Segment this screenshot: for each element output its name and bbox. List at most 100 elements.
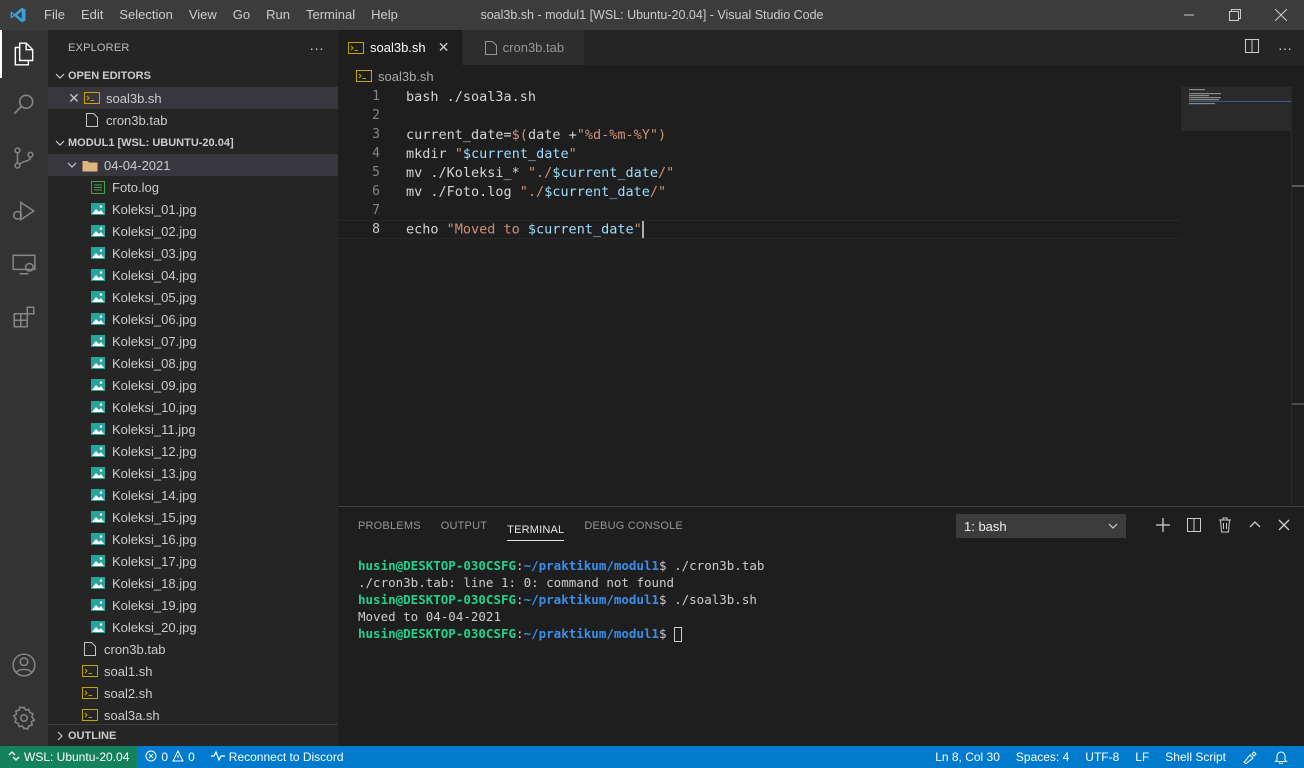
file-item[interactable]: Foto.log bbox=[48, 176, 338, 198]
file-item[interactable]: soal2.sh bbox=[48, 682, 338, 704]
code-text: mv ./Foto.log "./$current_date/" bbox=[406, 183, 667, 200]
line-number: 5 bbox=[372, 165, 380, 180]
code-line[interactable]: 3 current_date=$(date +"%d-%m-%Y") bbox=[338, 125, 1181, 144]
code-line[interactable]: 5 mv ./Koleksi_* "./$current_date/" bbox=[338, 163, 1181, 182]
remote-indicator[interactable]: WSL: Ubuntu-20.04 bbox=[0, 746, 138, 768]
file-item[interactable]: Koleksi_16.jpg bbox=[48, 528, 338, 550]
tab-label: cron3b.tab bbox=[502, 40, 565, 55]
tab-problems[interactable]: PROBLEMS bbox=[358, 507, 421, 545]
remote-explorer-icon[interactable] bbox=[0, 240, 48, 288]
explorer-icon[interactable] bbox=[0, 30, 48, 78]
tab-cron3b[interactable]: cron3b.tab bbox=[462, 30, 585, 65]
file-item[interactable]: Koleksi_08.jpg bbox=[48, 352, 338, 374]
file-item[interactable]: Koleksi_12.jpg bbox=[48, 440, 338, 462]
extensions-icon[interactable] bbox=[0, 293, 48, 341]
menu-item-view[interactable]: View bbox=[181, 0, 225, 30]
editor-tabs: soal3b.sh ✕ cron3b.tab ··· bbox=[338, 30, 1304, 65]
notifications-bell-icon[interactable] bbox=[1266, 746, 1296, 768]
file-item[interactable]: Koleksi_11.jpg bbox=[48, 418, 338, 440]
problems-indicator[interactable]: 0 0 bbox=[137, 746, 202, 768]
encoding[interactable]: UTF-8 bbox=[1077, 746, 1127, 768]
terminal-select[interactable]: 1: bash bbox=[956, 514, 1126, 538]
code-line[interactable]: 2 bbox=[338, 106, 1181, 125]
folder-item[interactable]: 04-04-2021 bbox=[48, 154, 338, 176]
run-debug-icon[interactable] bbox=[0, 187, 48, 235]
file-item[interactable]: Koleksi_07.jpg bbox=[48, 330, 338, 352]
end-of-line[interactable]: LF bbox=[1127, 746, 1157, 768]
code-line[interactable]: 4 mkdir "$current_date" bbox=[338, 144, 1181, 163]
menu-item-help[interactable]: Help bbox=[363, 0, 406, 30]
split-terminal-icon[interactable] bbox=[1186, 517, 1202, 536]
breadcrumb[interactable]: soal3b.sh bbox=[338, 65, 1304, 87]
account-icon[interactable] bbox=[0, 641, 48, 689]
close-window-button[interactable] bbox=[1258, 0, 1304, 30]
open-editor-item[interactable]: ✕ soal3b.sh bbox=[48, 87, 338, 109]
outline-header[interactable]: OUTLINE bbox=[48, 724, 338, 746]
code-line[interactable]: 7 bbox=[338, 201, 1181, 220]
cursor-position[interactable]: Ln 8, Col 30 bbox=[927, 746, 1008, 768]
close-icon[interactable]: ✕ bbox=[66, 90, 82, 107]
discord-status[interactable]: Reconnect to Discord bbox=[203, 746, 352, 768]
menu-item-file[interactable]: File bbox=[36, 0, 73, 30]
open-editors-header[interactable]: OPEN EDITORS bbox=[48, 65, 338, 87]
menu-item-go[interactable]: Go bbox=[225, 0, 258, 30]
file-item[interactable]: Koleksi_17.jpg bbox=[48, 550, 338, 572]
file-item[interactable]: Koleksi_01.jpg bbox=[48, 198, 338, 220]
tab-terminal[interactable]: TERMINAL bbox=[507, 511, 565, 541]
search-icon[interactable] bbox=[0, 81, 48, 129]
explorer-sidebar: EXPLORER ··· OPEN EDITORS ✕ soal3b.sh cr… bbox=[48, 30, 338, 746]
workspace-header[interactable]: MODUL1 [WSL: UBUNTU-20.04] bbox=[48, 132, 338, 154]
minimap[interactable] bbox=[1181, 87, 1291, 131]
image-file-icon bbox=[90, 245, 106, 261]
file-item[interactable]: Koleksi_05.jpg bbox=[48, 286, 338, 308]
file-item[interactable]: Koleksi_09.jpg bbox=[48, 374, 338, 396]
minimize-button[interactable] bbox=[1166, 0, 1212, 30]
indentation[interactable]: Spaces: 4 bbox=[1008, 746, 1077, 768]
code-line[interactable]: 6 mv ./Foto.log "./$current_date/" bbox=[338, 182, 1181, 201]
menu-item-edit[interactable]: Edit bbox=[73, 0, 111, 30]
file-item[interactable]: Koleksi_03.jpg bbox=[48, 242, 338, 264]
title-bar: File Edit Selection View Go Run Terminal Help s… bbox=[0, 0, 1304, 30]
restore-button[interactable] bbox=[1212, 0, 1258, 30]
more-actions-icon[interactable]: ··· bbox=[1278, 40, 1292, 56]
close-tab-icon[interactable]: ✕ bbox=[436, 39, 452, 56]
close-panel-icon[interactable] bbox=[1278, 519, 1290, 534]
code-line[interactable]: 8 echo "Moved to $current_date" bbox=[338, 220, 1181, 239]
terminal-output[interactable]: husin@DESKTOP-030CSFG:~/praktikum/modul1… bbox=[358, 557, 764, 642]
file-item[interactable]: Koleksi_02.jpg bbox=[48, 220, 338, 242]
file-item[interactable]: soal1.sh bbox=[48, 660, 338, 682]
code-editor[interactable]: 1 bash ./soal3a.sh 2 3 current_date=$(date +… bbox=[338, 87, 1181, 505]
file-item[interactable]: Koleksi_19.jpg bbox=[48, 594, 338, 616]
file-item[interactable]: Koleksi_06.jpg bbox=[48, 308, 338, 330]
new-terminal-icon[interactable] bbox=[1156, 517, 1170, 535]
feedback-icon[interactable] bbox=[1234, 746, 1266, 768]
editor-scrollbar[interactable] bbox=[1291, 87, 1304, 505]
file-item[interactable]: Koleksi_04.jpg bbox=[48, 264, 338, 286]
file-item[interactable]: soal3a.sh bbox=[48, 704, 338, 726]
source-control-icon[interactable] bbox=[0, 134, 48, 182]
code-line[interactable]: 1 bash ./soal3a.sh bbox=[338, 87, 1181, 106]
file-item[interactable]: Koleksi_18.jpg bbox=[48, 572, 338, 594]
more-actions-icon[interactable]: ··· bbox=[309, 40, 324, 56]
menu-item-selection[interactable]: Selection bbox=[111, 0, 180, 30]
file-item[interactable]: Koleksi_10.jpg bbox=[48, 396, 338, 418]
settings-gear-icon[interactable] bbox=[0, 694, 48, 742]
open-editor-item[interactable]: cron3b.tab bbox=[48, 109, 338, 131]
file-item[interactable]: cron3b.tab bbox=[48, 638, 338, 660]
tab-debug-console[interactable]: DEBUG CONSOLE bbox=[584, 507, 683, 545]
split-editor-icon[interactable] bbox=[1244, 38, 1260, 57]
chevron-up-icon[interactable] bbox=[1248, 518, 1262, 535]
language-mode[interactable]: Shell Script bbox=[1157, 746, 1234, 768]
file-item[interactable]: Koleksi_13.jpg bbox=[48, 462, 338, 484]
file-item[interactable]: Koleksi_15.jpg bbox=[48, 506, 338, 528]
menu-item-run[interactable]: Run bbox=[258, 0, 298, 30]
file-item[interactable]: Koleksi_14.jpg bbox=[48, 484, 338, 506]
line-number: 7 bbox=[372, 203, 380, 218]
menu-item-terminal[interactable]: Terminal bbox=[298, 0, 363, 30]
file-item[interactable]: Koleksi_20.jpg bbox=[48, 616, 338, 638]
file-label: Koleksi_19.jpg bbox=[112, 597, 197, 613]
trash-icon[interactable] bbox=[1218, 517, 1232, 536]
terminal-line: husin@DESKTOP-030CSFG:~/praktikum/modul1… bbox=[358, 558, 765, 573]
tab-soal3b[interactable]: soal3b.sh ✕ bbox=[338, 30, 463, 65]
tab-output[interactable]: OUTPUT bbox=[441, 507, 487, 545]
